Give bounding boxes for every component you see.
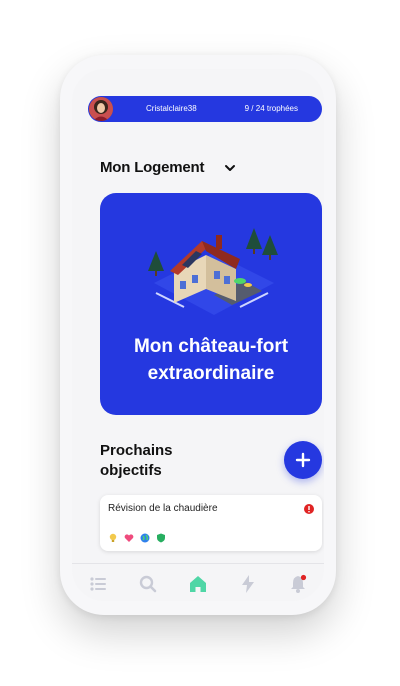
bell-icon (291, 574, 307, 593)
tab-notifications[interactable] (288, 574, 308, 594)
chevron-down-icon[interactable] (224, 162, 236, 174)
goal-card[interactable]: Révision de la chaudière (100, 495, 322, 551)
list-icon (90, 577, 106, 591)
app-screen: Cristalclaire38 9 / 24 trophées Mon Loge… (72, 69, 324, 601)
tab-energy[interactable] (238, 574, 258, 594)
plus-icon (295, 452, 311, 468)
home-card[interactable]: Mon château-fort extraordinaire (100, 193, 322, 415)
username: Cristalclaire38 (146, 104, 197, 113)
goal-tags (108, 533, 166, 543)
search-icon (139, 575, 157, 593)
home-icon (190, 576, 206, 592)
goal-label: Révision de la chaudière (108, 503, 218, 514)
tab-search[interactable] (138, 574, 158, 594)
notification-badge (300, 574, 307, 581)
tab-home[interactable] (188, 574, 208, 594)
add-goal-button[interactable] (284, 441, 322, 479)
tab-list[interactable] (88, 574, 108, 594)
home-selector-title[interactable]: Mon Logement (100, 159, 204, 176)
phone-frame: Cristalclaire38 9 / 24 trophées Mon Loge… (60, 55, 336, 615)
house-illustration (148, 228, 278, 315)
shield-icon (157, 533, 165, 543)
globe-icon (140, 533, 150, 543)
home-name: Mon château-fort extraordinaire (133, 336, 289, 384)
bottom-tab-bar (72, 563, 324, 601)
goals-title: Prochains objectifs (100, 442, 173, 479)
lightning-icon (242, 575, 254, 593)
alert-icon (304, 504, 314, 514)
trophy-count[interactable]: 9 / 24 trophées (245, 104, 298, 113)
avatar[interactable] (89, 97, 113, 121)
lightbulb-icon (109, 533, 117, 542)
profile-bar[interactable]: Cristalclaire38 9 / 24 trophées (88, 96, 322, 122)
heart-icon (124, 534, 134, 542)
